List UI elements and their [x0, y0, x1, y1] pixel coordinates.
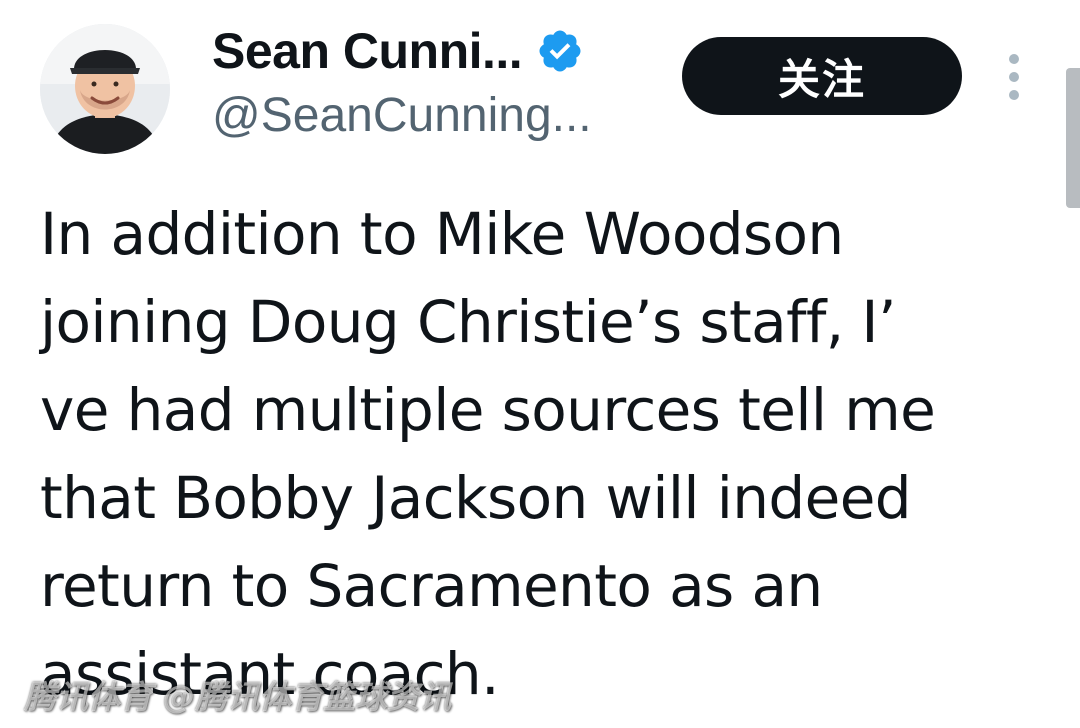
author-handle[interactable]: @SeanCunning... [212, 88, 592, 143]
tweet-screen: Sean Cunni... @SeanCunning... 关注 In addi… [0, 0, 1080, 728]
more-dot [1009, 90, 1019, 100]
author-display-name[interactable]: Sean Cunni... [212, 22, 523, 80]
person-avatar-icon [40, 24, 170, 154]
scrollbar[interactable] [1066, 68, 1080, 208]
tweet-line: assistant coach. [40, 640, 500, 708]
follow-button[interactable]: 关注 [682, 37, 962, 115]
author-name-row: Sean Cunni... [212, 20, 584, 82]
tweet-line: ve had multiple sources tell me [40, 376, 936, 444]
tweet-line: joining Doug Christie’s staff, I’ [40, 288, 896, 356]
tweet-line: return to Sacramento as an [40, 552, 823, 620]
author-avatar[interactable] [40, 24, 170, 154]
tweet-line: In addition to Mike Woodson [40, 200, 844, 268]
more-dot [1009, 72, 1019, 82]
tweet-body: In addition to Mike Woodson joining Doug… [40, 190, 1040, 718]
more-dot [1009, 54, 1019, 64]
verified-badge-icon [536, 27, 584, 75]
more-vertical-icon[interactable] [1004, 54, 1024, 100]
tweet-line: that Bobby Jackson will indeed [40, 464, 912, 532]
